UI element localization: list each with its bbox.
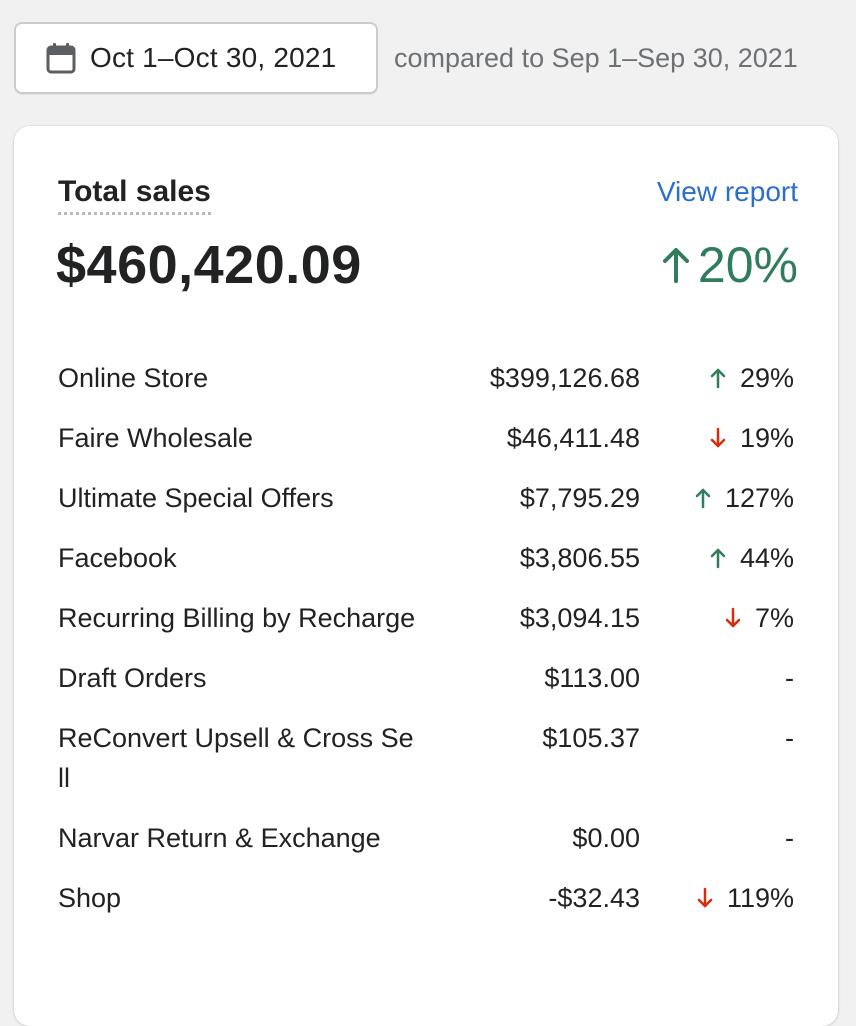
date-range-button[interactable]: Oct 1–Oct 30, 2021 <box>14 22 378 94</box>
list-item: Draft Orders $113.00 - <box>58 658 794 698</box>
arrow-down-icon <box>725 607 741 629</box>
channel-change: - <box>640 818 794 858</box>
channel-change: - <box>640 658 794 698</box>
channel-name: Ultimate Special Offers <box>58 483 334 513</box>
channel-name: Recurring Billing by Recharge <box>58 603 416 633</box>
sales-channel-list: Online Store $399,126.68 29% Faire Wholesal… <box>58 358 794 938</box>
channel-amount: $7,795.29 <box>519 483 640 513</box>
compare-text: compared to Sep 1–Sep 30, 2021 <box>394 42 798 73</box>
list-item: Online Store $399,126.68 29% <box>58 358 794 398</box>
channel-change-value: 127% <box>724 483 794 513</box>
channel-name: ReConvert Upsell & Cross Sell <box>58 723 414 793</box>
arrow-down-icon <box>697 887 713 909</box>
channel-change-value: - <box>785 823 794 853</box>
channel-change-value: 119% <box>726 883 794 913</box>
channel-amount: $46,411.48 <box>506 423 640 453</box>
channel-change: 7% <box>640 598 794 638</box>
channel-change: 29% <box>640 358 794 398</box>
channel-change-value: 19% <box>739 423 794 453</box>
total-change-value: 20% <box>697 237 798 293</box>
list-item: Recurring Billing by Recharge $3,094.15 7% <box>58 598 794 638</box>
total-sales-card: Total sales View report $460,420.09 20% … <box>14 126 838 1026</box>
channel-name: Faire Wholesale <box>58 423 254 453</box>
view-report-link[interactable]: View report <box>657 174 798 210</box>
total-sales-value: $460,420.09 <box>56 235 362 295</box>
total-row: $460,420.09 20% <box>56 234 798 296</box>
channel-amount: $105.37 <box>542 723 640 753</box>
calendar-icon <box>46 42 76 74</box>
channel-change: 19% <box>640 418 794 458</box>
total-change: 20% <box>662 236 798 294</box>
channel-change: - <box>640 718 794 758</box>
channel-amount: $3,806.55 <box>519 543 640 573</box>
list-item: Ultimate Special Offers $7,795.29 127% <box>58 478 794 518</box>
arrow-down-icon <box>710 427 726 449</box>
list-item: Shop -$32.43 119% <box>58 878 794 918</box>
list-item: Faire Wholesale $46,411.48 19% <box>58 418 794 458</box>
list-item: ReConvert Upsell & Cross Sell $105.37 - <box>58 718 794 798</box>
date-range-bar: Oct 1–Oct 30, 2021 compared to Sep 1–Sep… <box>14 22 798 94</box>
channel-name: Facebook <box>58 543 177 573</box>
channel-name: Online Store <box>58 363 209 393</box>
channel-amount: $0.00 <box>572 823 640 853</box>
date-range-label: Oct 1–Oct 30, 2021 <box>90 42 337 73</box>
list-item: Facebook $3,806.55 44% <box>58 538 794 578</box>
arrow-up-icon <box>695 487 711 509</box>
channel-change-value: - <box>785 663 794 693</box>
card-header: Total sales View report <box>58 174 798 215</box>
channel-change: 119% <box>640 878 794 918</box>
channel-amount: $399,126.68 <box>489 363 640 393</box>
list-item: Narvar Return & Exchange $0.00 - <box>58 818 794 858</box>
channel-amount: $113.00 <box>544 663 640 693</box>
channel-change: 127% <box>640 478 794 518</box>
channel-name: Shop <box>58 883 122 913</box>
channel-amount: -$32.43 <box>548 883 640 913</box>
channel-change: 44% <box>640 538 794 578</box>
channel-change-value: 7% <box>754 603 794 633</box>
channel-name: Narvar Return & Exchange <box>58 823 381 853</box>
channel-change-value: - <box>785 723 794 753</box>
channel-name: Draft Orders <box>58 663 207 693</box>
arrow-up-icon <box>710 547 726 569</box>
channel-change-value: 44% <box>739 543 794 573</box>
channel-amount: $3,094.15 <box>519 603 640 633</box>
arrow-up-icon <box>662 245 690 285</box>
card-title[interactable]: Total sales <box>58 174 211 215</box>
channel-change-value: 29% <box>739 363 794 393</box>
arrow-up-icon <box>710 367 726 389</box>
